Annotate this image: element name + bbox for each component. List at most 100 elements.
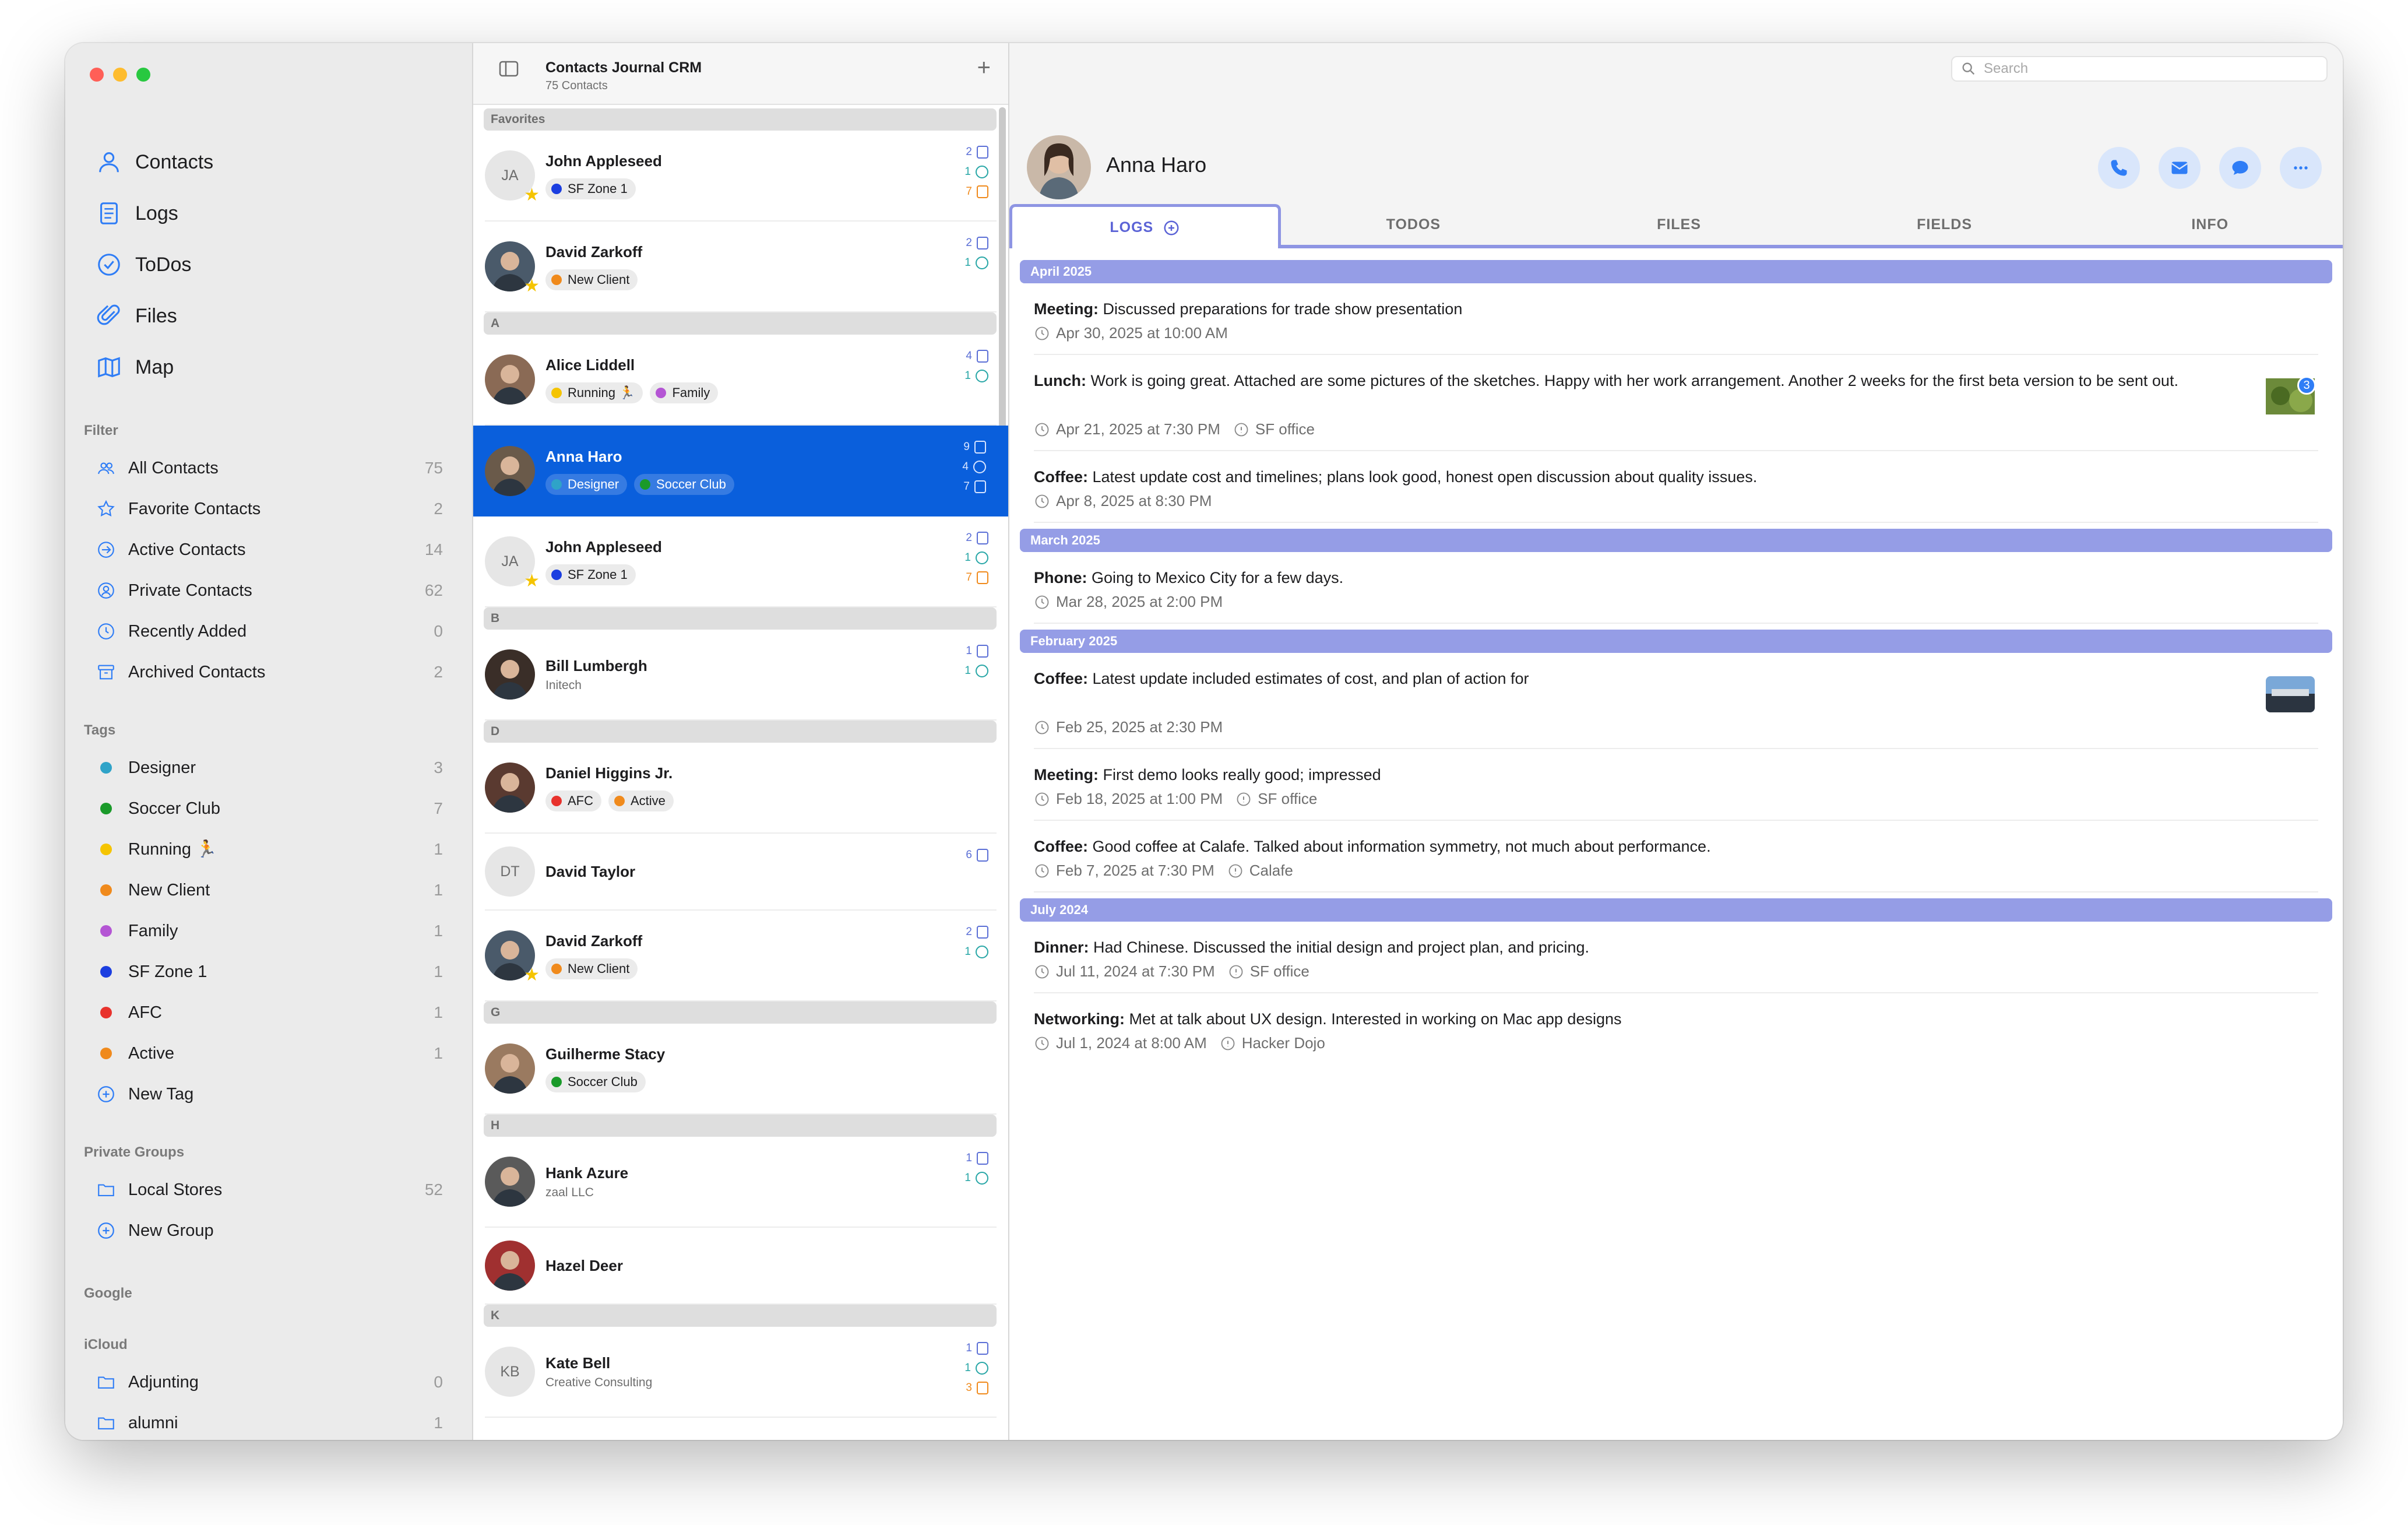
contact-info: Hank Azure zaal LLC	[545, 1164, 997, 1200]
contact-row[interactable]: JA ★ John Appleseed SF Zone 1 2 1 7	[485, 131, 997, 222]
avatar-initials: JA	[501, 553, 519, 570]
more-button[interactable]	[2280, 147, 2322, 189]
note-count: 1	[964, 644, 988, 659]
call-button[interactable]	[2098, 147, 2140, 189]
tag-pill[interactable]: SF Zone 1	[545, 178, 636, 199]
log-entry[interactable]: Coffee: Latest update cost and timelines…	[1034, 451, 2318, 523]
log-entry[interactable]: Coffee: Good coffee at Calafe. Talked ab…	[1034, 821, 2318, 892]
tag-item[interactable]: SF Zone 1 1	[65, 951, 472, 992]
tag-item-count: 1	[434, 881, 443, 899]
contact-row[interactable]: DT David Taylor 6	[485, 834, 997, 911]
tag-item[interactable]: AFC 1	[65, 992, 472, 1033]
log-attachment-thumbnail[interactable]: 3	[2266, 376, 2316, 414]
log-body: Good coffee at Calafe. Talked about info…	[1088, 838, 1711, 855]
tag-color-dot	[100, 966, 112, 978]
filter-favorite-contacts[interactable]: Favorite Contacts 2	[65, 489, 472, 529]
tags-section-title: Tags	[84, 722, 116, 738]
filter-archived-contacts[interactable]: Archived Contacts 2	[65, 652, 472, 693]
note-count-value: 1	[966, 1152, 972, 1164]
tag-color-dot	[100, 1048, 112, 1059]
message-button[interactable]	[2219, 147, 2261, 189]
log-entry[interactable]: Meeting: Discussed preparations for trad…	[1034, 283, 2318, 355]
tag-item[interactable]: Soccer Club 7	[65, 788, 472, 829]
contact-row[interactable]: Anna Haro Designer Soccer Club 9 4 7	[473, 426, 1008, 516]
contact-name: David Zarkoff	[545, 243, 643, 261]
log-entry[interactable]: Dinner: Had Chinese. Discussed the initi…	[1034, 922, 2318, 993]
clock-icon	[1035, 423, 1049, 436]
tag-item[interactable]: Family 1	[65, 911, 472, 951]
log-entry[interactable]: Coffee: Latest update included estimates…	[1034, 653, 2318, 749]
search-field[interactable]: Search	[1951, 56, 2328, 82]
contact-name: John Appleseed	[545, 152, 662, 170]
nav-item-files[interactable]: Files	[65, 290, 472, 342]
tag-pill[interactable]: AFC	[545, 790, 601, 811]
tag-pill[interactable]: New Client	[545, 958, 638, 979]
tag-pill[interactable]: New Client	[545, 269, 638, 290]
contact-row[interactable]: Guilherme Stacy Soccer Club	[485, 1024, 997, 1115]
tab-files[interactable]: FILES	[1546, 204, 1812, 245]
contact-row[interactable]: JA ★ John Appleseed SF Zone 1 2 1 7	[485, 516, 997, 607]
tag-pill[interactable]: Family	[650, 382, 719, 403]
contact-row[interactable]: KB Kate Bell Creative Consulting 1 1 3	[485, 1327, 997, 1418]
log-entry[interactable]: Lunch: Work is going great. Attached are…	[1034, 355, 2318, 451]
tab-info[interactable]: INFO	[2077, 204, 2343, 245]
contact-row[interactable]: Daniel Higgins Jr. AFC Active	[485, 743, 997, 834]
log-entry[interactable]: Meeting: First demo looks really good; i…	[1034, 749, 2318, 821]
tag-item-label: Active	[128, 1043, 174, 1063]
nav-item-logs[interactable]: Logs	[65, 188, 472, 239]
tag-item[interactable]: New Client 1	[65, 870, 472, 911]
filter-all-contacts[interactable]: All Contacts 75	[65, 448, 472, 489]
contact-row[interactable]: ★ David Zarkoff New Client 2 1	[485, 911, 997, 1002]
avatar-initials: KB	[500, 1363, 520, 1380]
todo-count: 1	[964, 550, 988, 565]
icloud-group-item[interactable]: Adjunting 0	[65, 1362, 472, 1403]
contact-row[interactable]: Bill Lumbergh Initech 1 1	[485, 630, 997, 721]
note-count-value: 1	[966, 1342, 972, 1354]
tag-item[interactable]: Designer 3	[65, 747, 472, 788]
zoom-window-button[interactable]	[136, 68, 150, 82]
email-button[interactable]	[2159, 147, 2201, 189]
tag-pill[interactable]: SF Zone 1	[545, 564, 636, 585]
icloud-group-item[interactable]: alumni 1	[65, 1403, 472, 1440]
log-entry[interactable]: Networking: Met at talk about UX design.…	[1034, 993, 2318, 1064]
icloud-group-item-count: 1	[434, 1414, 443, 1432]
minimize-window-button[interactable]	[113, 68, 127, 82]
new-tag-button[interactable]: New Tag	[65, 1074, 472, 1115]
tag-item[interactable]: Running 🏃 1	[65, 829, 472, 870]
add-log-icon[interactable]	[1163, 219, 1180, 237]
group-item[interactable]: Local Stores 52	[65, 1169, 472, 1210]
filter-private-contacts[interactable]: Private Contacts 62	[65, 570, 472, 611]
sidebar-toggle-icon[interactable]	[499, 61, 519, 77]
nav-item-todos[interactable]: ToDos	[65, 239, 472, 290]
icloud-group-item-label: alumni	[128, 1413, 178, 1432]
clock-icon	[1035, 326, 1049, 340]
nav-item-contacts[interactable]: Contacts	[65, 136, 472, 188]
filter-active-contacts[interactable]: Active Contacts 14	[65, 529, 472, 570]
close-window-button[interactable]	[90, 68, 104, 82]
note-count: 2	[964, 236, 988, 251]
tag-pill[interactable]: Running 🏃	[545, 382, 643, 403]
tab-fields[interactable]: FIELDS	[1812, 204, 2078, 245]
filter-recently-added[interactable]: Recently Added 0	[65, 611, 472, 652]
tag-pill[interactable]: Soccer Club	[545, 1071, 646, 1092]
tag-color-dot	[100, 925, 112, 937]
log-attachment-thumbnail[interactable]	[2266, 676, 2315, 712]
nav-item-map[interactable]: Map	[65, 342, 472, 393]
tab-todos[interactable]: TODOS	[1281, 204, 1547, 245]
tab-logs[interactable]: LOGS	[1009, 204, 1281, 248]
add-contact-button[interactable]: +	[977, 55, 991, 81]
log-body: Latest update included estimates of cost…	[1088, 670, 1529, 687]
tag-item[interactable]: Active 1	[65, 1033, 472, 1074]
contact-row[interactable]: Hank Azure zaal LLC 1 1	[485, 1137, 997, 1228]
new-tag-label: New Tag	[128, 1084, 194, 1104]
tag-pill[interactable]: Active	[608, 790, 674, 811]
contact-row[interactable]: Alice Liddell Running 🏃 Family 4 1	[485, 335, 997, 426]
new-group-button[interactable]: New Group	[65, 1210, 472, 1251]
log-kind: Dinner:	[1034, 939, 1089, 956]
tab-label: LOGS	[1110, 219, 1154, 236]
tag-pill[interactable]: Soccer Club	[634, 473, 734, 495]
contact-row[interactable]: Hazel Deer	[485, 1228, 997, 1305]
tag-pill[interactable]: Designer	[545, 473, 628, 495]
log-entry[interactable]: Phone: Going to Mexico City for a few da…	[1034, 552, 2318, 624]
contact-row[interactable]: ★ David Zarkoff New Client 2 1	[485, 222, 997, 312]
